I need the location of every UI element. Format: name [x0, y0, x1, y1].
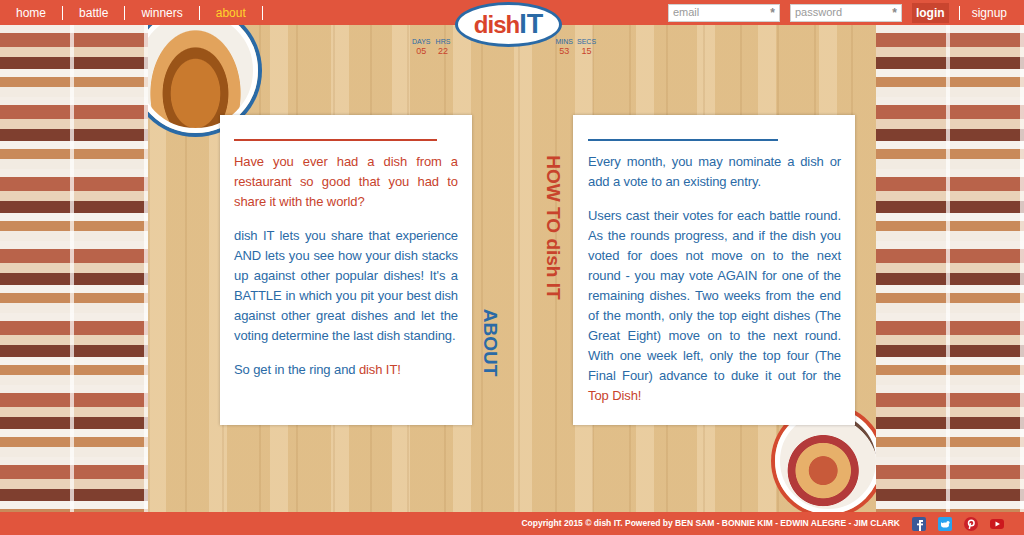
password-field: * — [790, 4, 902, 22]
countdown-group: DAYS05HRS22 — [412, 38, 452, 56]
nav-link[interactable]: home — [0, 6, 63, 20]
logo-text: dish — [474, 13, 519, 37]
nav-link[interactable]: about — [200, 6, 263, 20]
text-segment: So get in the ring and — [234, 362, 359, 377]
countdown-value: 22 — [438, 46, 448, 56]
logo-text: IT — [519, 11, 543, 38]
dishit-logo[interactable]: dishIT — [455, 2, 562, 47]
nav-link[interactable]: battle — [63, 6, 125, 20]
paragraph: Every month, you may nominate a dish or … — [588, 152, 841, 192]
section-labels: ABOUT HOW TO dish IT — [472, 115, 573, 380]
password-input[interactable] — [795, 4, 892, 21]
text-segment: Every month, you may nominate a dish or … — [588, 154, 841, 189]
facebook-icon[interactable] — [912, 517, 926, 531]
about-heading: ABOUT — [482, 309, 501, 377]
copyright-text: Copyright 2015 © dish IT. Powered by BEN… — [521, 517, 900, 530]
countdown-unit: MINS53 — [555, 38, 573, 56]
paragraph: dish IT lets you share that experience A… — [234, 226, 458, 346]
text-segment: Users cast their votes for each battle r… — [588, 208, 841, 383]
pinterest-icon[interactable] — [964, 517, 978, 531]
text-segment: dish IT! — [359, 362, 401, 377]
email-input[interactable] — [673, 4, 770, 21]
login-button[interactable]: login — [912, 3, 949, 23]
paragraph: Have you ever had a dish from a restaura… — [234, 152, 458, 212]
card-rule — [234, 139, 437, 141]
countdown-label: SECS — [577, 38, 596, 46]
howto-text: Every month, you may nominate a dish or … — [588, 152, 841, 406]
countdown-label: HRS — [436, 38, 451, 46]
about-card: Have you ever had a dish from a restaura… — [220, 115, 472, 425]
text-segment: Top Dish! — [588, 388, 641, 403]
countdown-unit: SECS15 — [577, 38, 596, 56]
about-text: Have you ever had a dish from a restaura… — [234, 152, 458, 380]
paragraph: Users cast their votes for each battle r… — [588, 206, 841, 406]
countdown-unit: DAYS05 — [412, 38, 431, 56]
login-form: * * login signup — [668, 3, 1024, 23]
countdown-label: MINS — [555, 38, 573, 46]
required-marker: * — [892, 7, 897, 19]
email-field: * — [668, 4, 780, 22]
main-nav: homebattlewinnersabout — [0, 6, 263, 20]
text-segment: Have you ever had a dish from a restaura… — [234, 154, 458, 209]
top-bar: homebattlewinnersabout dishIT * * login … — [0, 0, 1024, 25]
food-photo-strip — [876, 25, 1024, 512]
signup-link[interactable]: signup — [959, 6, 1007, 20]
twitter-icon[interactable] — [938, 517, 952, 531]
countdown-value: 15 — [582, 46, 592, 56]
youtube-icon[interactable] — [990, 517, 1004, 531]
countdown-unit: HRS22 — [434, 38, 451, 56]
nav-link[interactable]: winners — [125, 6, 199, 20]
countdown-label: DAYS — [412, 38, 431, 46]
text-segment: dish IT lets you share that experience A… — [234, 228, 458, 343]
howto-heading: HOW TO dish IT — [544, 155, 563, 299]
paragraph: So get in the ring and dish IT! — [234, 360, 458, 380]
content-panel: DAYS05HRS22 MINS53SECS15 Have you ever h… — [148, 25, 876, 512]
countdown-group: MINS53SECS15 — [555, 38, 596, 56]
food-photo-strip — [0, 25, 148, 512]
required-marker: * — [770, 7, 775, 19]
countdown-value: 53 — [559, 46, 569, 56]
howto-card: Every month, you may nominate a dish or … — [573, 115, 855, 425]
countdown-value: 05 — [416, 46, 426, 56]
footer: Copyright 2015 © dish IT. Powered by BEN… — [0, 512, 1024, 535]
card-rule — [588, 139, 778, 141]
